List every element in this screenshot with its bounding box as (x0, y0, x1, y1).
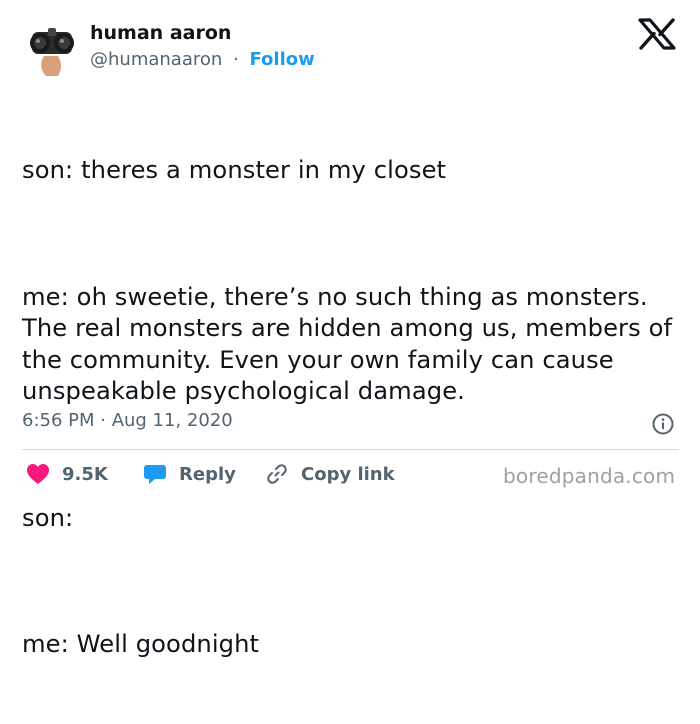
tweet-card: human aaron @humanaaron · Follow son: th… (0, 0, 700, 658)
tweet-timestamp[interactable]: 6:56 PM · Aug 11, 2020 (22, 410, 233, 431)
avatar[interactable] (22, 18, 82, 78)
divider (22, 449, 679, 450)
tweet-line: son: (22, 503, 74, 532)
reply-button[interactable]: Reply (143, 460, 236, 488)
avatar-image (22, 18, 82, 78)
like-count: 9.5K (62, 463, 108, 485)
info-icon[interactable] (652, 413, 674, 435)
author-handle-row: @humanaaron · Follow (90, 49, 315, 70)
link-icon (265, 462, 289, 486)
author-handle[interactable]: @humanaaron (90, 49, 222, 70)
heart-icon (26, 463, 50, 485)
like-button[interactable]: 9.5K (26, 460, 108, 488)
x-logo-icon[interactable] (637, 18, 677, 50)
copy-link-button[interactable]: Copy link (265, 460, 395, 488)
reply-label: Reply (179, 463, 236, 485)
copy-link-label: Copy link (301, 463, 395, 485)
watermark: boredpanda.com (503, 464, 676, 488)
author-display-name[interactable]: human aaron (90, 22, 231, 44)
handle-separator: · (233, 49, 239, 70)
tweet-line: me: Well goodnight (22, 630, 260, 659)
speech-bubble-icon (143, 462, 167, 486)
follow-button[interactable]: Follow (249, 49, 314, 70)
tweet-line: son: theres a monster in my closet (22, 156, 447, 185)
tweet-text: son: theres a monster in my closet me: o… (22, 92, 682, 724)
tweet-line: me: oh sweetie, there’s no such thing as… (22, 282, 680, 406)
